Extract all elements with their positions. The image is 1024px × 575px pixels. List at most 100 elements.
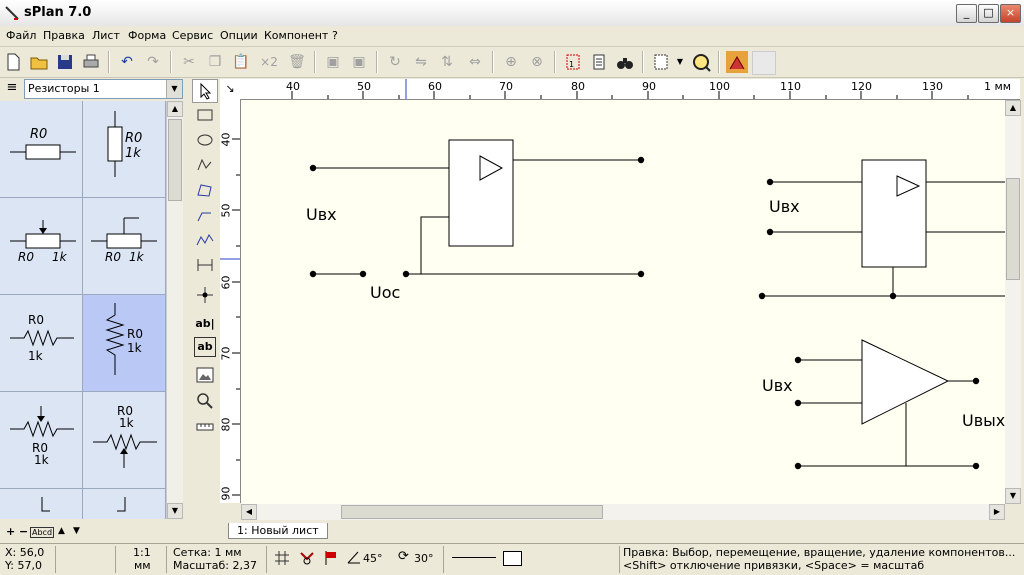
ungroup-icon[interactable]: ⊗ [526, 51, 548, 73]
textbox-tool[interactable]: ab [194, 337, 216, 357]
library-item[interactable]: R0 1k [83, 101, 166, 198]
scroll-down-icon[interactable]: ▼ [1005, 488, 1021, 504]
remove-library-button[interactable]: − [19, 525, 28, 538]
snap-icon[interactable] [298, 550, 316, 569]
schematic-label[interactable]: Uвх [762, 376, 793, 395]
send-back-icon[interactable]: ▣ [348, 51, 370, 73]
redo-icon[interactable]: ↷ [142, 51, 164, 73]
angle-value-1[interactable]: 45° [363, 552, 383, 565]
library-item[interactable]: R0 1k [0, 198, 83, 295]
scroll-thumb[interactable] [341, 505, 603, 519]
tab-sheet-1[interactable]: 1: Новый лист [228, 523, 328, 539]
library-item[interactable]: R0 1k [0, 295, 83, 392]
canvas-horizontal-scrollbar[interactable]: ◀ ▶ [241, 504, 1005, 520]
ruler-corner[interactable]: ↘ [220, 79, 240, 99]
chevron-down-icon[interactable]: ▼ [166, 80, 182, 98]
delete-icon[interactable]: 🗑 [286, 51, 308, 73]
menu-edit[interactable]: Правка [43, 29, 85, 42]
image-icon[interactable] [192, 364, 218, 388]
pointer-icon[interactable] [192, 79, 218, 103]
library-item-selected[interactable]: R0 1k [83, 295, 166, 392]
group-icon[interactable]: ⊕ [500, 51, 522, 73]
new-file-icon[interactable] [2, 51, 24, 73]
scroll-right-icon[interactable]: ▶ [989, 504, 1005, 520]
menu-help[interactable]: ? [332, 29, 338, 42]
mirror-v-icon[interactable]: ⇅ [436, 51, 458, 73]
print-icon[interactable] [80, 51, 102, 73]
page-setup-icon[interactable] [650, 51, 672, 73]
paste-icon[interactable]: 📋 [230, 51, 252, 73]
layer-color-icon[interactable] [726, 51, 748, 73]
flag-icon[interactable] [322, 549, 340, 570]
save-icon[interactable] [54, 51, 76, 73]
grid-toggle-icon[interactable] [274, 550, 290, 569]
color-swatch[interactable] [752, 51, 776, 75]
menu-file[interactable]: Файл [6, 29, 36, 42]
scroll-thumb[interactable] [1006, 178, 1020, 280]
toolbar-separator [170, 51, 172, 73]
move-down-button[interactable]: ▼ [73, 526, 80, 536]
library-scrollbar[interactable]: ▲ ▼ [166, 101, 183, 519]
parts-list-icon[interactable] [588, 51, 610, 73]
angle-icon[interactable] [346, 549, 362, 568]
dropdown-arrow-icon[interactable]: ▼ [674, 51, 686, 73]
scroll-left-icon[interactable]: ◀ [241, 504, 257, 520]
library-item[interactable] [0, 489, 83, 519]
freehand-icon[interactable] [192, 154, 218, 178]
scroll-up-icon[interactable]: ▲ [167, 101, 183, 117]
menu-sheet[interactable]: Лист [92, 29, 120, 42]
text-tool[interactable]: ab| [192, 312, 218, 336]
library-select[interactable]: Резисторы 1 ▼ [24, 79, 183, 99]
ellipse-icon[interactable] [192, 129, 218, 153]
library-item[interactable]: R0 1k [83, 198, 166, 295]
measure-icon[interactable] [192, 416, 218, 440]
scroll-thumb[interactable] [168, 119, 182, 201]
cut-icon[interactable]: ✂ [178, 51, 200, 73]
library-item[interactable]: R0 1k [83, 392, 166, 489]
open-folder-icon[interactable] [28, 51, 50, 73]
copy-icon[interactable]: ❐ [204, 51, 226, 73]
fill-style-icon[interactable] [503, 551, 522, 566]
library-item-label: R0 [105, 250, 121, 264]
schematic-label[interactable]: Uвых [962, 411, 1005, 430]
schematic-label[interactable]: Uос [370, 283, 400, 302]
zoom-fit-icon[interactable] [690, 51, 712, 73]
polygon-icon[interactable] [192, 179, 218, 203]
rotate-step-icon[interactable]: ⟳ [398, 549, 409, 564]
duplicate-button[interactable]: ×2 [258, 51, 280, 73]
library-item[interactable]: R0 [0, 101, 83, 198]
rotate-icon[interactable]: ↻ [384, 51, 406, 73]
line-style-icon[interactable] [452, 557, 496, 558]
angle-value-2[interactable]: 30° [414, 552, 434, 565]
library-item[interactable]: R0 1k [0, 392, 83, 489]
schematic-label[interactable]: Uвх [769, 197, 800, 216]
numbering-icon[interactable]: 1 [562, 51, 584, 73]
scroll-down-icon[interactable]: ▼ [167, 503, 183, 519]
drawing-canvas[interactable]: Uвх Uос Uвх Uвх Uвых [241, 100, 1005, 504]
binoculars-icon[interactable] [614, 51, 636, 73]
move-up-button[interactable]: ▲ [58, 526, 65, 536]
menu-form[interactable]: Форма [128, 29, 166, 42]
canvas-vertical-scrollbar[interactable]: ▲ ▼ [1005, 100, 1021, 504]
close-button[interactable]: × [1000, 4, 1021, 23]
maximize-button[interactable]: □ [978, 4, 999, 23]
library-item[interactable] [83, 489, 166, 519]
bring-front-icon[interactable]: ▣ [322, 51, 344, 73]
schematic-label[interactable]: Uвх [306, 205, 337, 224]
rename-library-button[interactable]: Abcd [30, 527, 55, 538]
menu-service[interactable]: Сервис [172, 29, 213, 42]
polyline-icon[interactable] [192, 204, 218, 228]
bezier-icon[interactable] [192, 229, 218, 253]
menu-options[interactable]: Опции [220, 29, 258, 42]
add-library-button[interactable]: + [6, 525, 15, 538]
minimize-button[interactable]: _ [956, 4, 977, 23]
dimension-icon[interactable] [192, 254, 218, 278]
align-icon[interactable]: ⇔ [464, 51, 486, 73]
scroll-up-icon[interactable]: ▲ [1005, 100, 1021, 116]
menu-component[interactable]: Компонент [264, 29, 328, 42]
zoom-icon[interactable] [192, 389, 218, 413]
rectangle-icon[interactable] [192, 104, 218, 128]
junction-icon[interactable] [192, 284, 218, 308]
mirror-h-icon[interactable]: ⇋ [410, 51, 432, 73]
undo-icon[interactable]: ↶ [116, 51, 138, 73]
